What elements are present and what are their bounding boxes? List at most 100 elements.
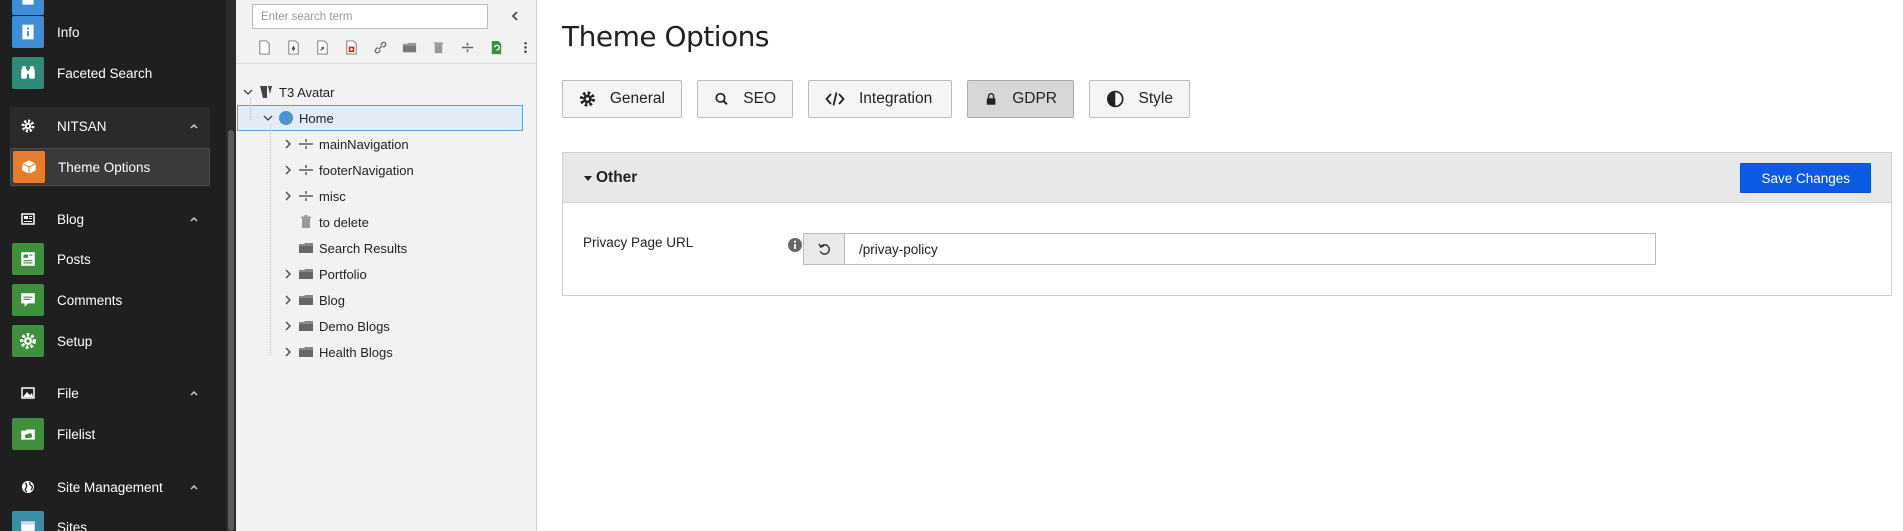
page-mountpoint-icon [346,39,357,55]
menu-label: Filelist [57,426,96,442]
menu-group-site-management[interactable]: Site Management [10,470,210,504]
menu-group-blog[interactable]: Blog [10,202,210,236]
link-icon [374,41,387,53]
menu-label: Sites [57,519,88,531]
info-icon[interactable] [787,237,803,253]
new-page-button[interactable] [250,36,279,58]
posts-icon [12,243,44,275]
tree-item-health-blogs[interactable]: Health Blogs [282,339,393,365]
chevron-left-icon [511,11,518,21]
cube-icon [13,151,45,183]
tree-item-label: Health Blogs [319,344,393,360]
lock-icon [986,92,996,105]
new-mountpoint-button[interactable] [337,36,366,58]
binoculars-icon [12,57,44,89]
menu-label: Faceted Search [57,65,153,81]
tab-seo[interactable]: SEO [697,80,793,118]
more-options-button[interactable] [511,36,540,58]
tree-item-label: Portfolio [319,266,367,282]
tab-gdpr[interactable]: GDPR [967,80,1074,118]
globe-icon [12,471,44,503]
tree-root-label: T3 Avatar [279,84,335,100]
collapse-tree-button[interactable] [506,7,524,25]
new-advanced-page-button[interactable] [279,36,308,58]
tree-item-portfolio[interactable]: Portfolio [282,261,367,287]
menu-group-nitsan[interactable]: NITSAN [10,109,210,143]
tree-item-to-delete[interactable]: to delete [294,209,369,235]
privacy-url-input[interactable] [844,233,1656,265]
new-shortcut-button[interactable] [308,36,337,58]
tree-item-mainnavigation[interactable]: mainNavigation [282,131,409,157]
tab-style[interactable]: Style [1089,80,1190,118]
caret-down-icon[interactable] [583,175,593,183]
tree-guide-line [270,124,271,355]
menu-label: Info [57,24,80,40]
trash-icon [433,41,444,53]
chevron-down-icon[interactable] [242,86,254,98]
reset-field-button[interactable] [803,233,845,265]
chevron-right-icon[interactable] [282,164,294,176]
tab-label: SEO [743,90,776,107]
menu-scrollbar[interactable] [226,0,236,531]
panel-header[interactable]: Other Save Changes [563,153,1891,203]
globe-icon [278,110,294,126]
tree-item-demo-blogs[interactable]: Demo Blogs [282,313,390,339]
tab-general[interactable]: General [562,80,682,118]
tree-item-home[interactable]: Home [262,105,334,131]
menu-item-faceted-search[interactable]: Faceted Search [10,54,210,92]
tab-integration[interactable]: Integration [808,80,952,118]
comment-icon [12,284,44,316]
menu-group-file[interactable]: File [10,376,210,410]
chevron-right-icon[interactable] [282,138,294,150]
kebab-menu-icon [524,41,527,53]
chevron-up-icon [190,216,198,222]
search-icon [715,92,728,106]
menu-item-setup[interactable]: Setup [10,322,210,360]
gear-icon [579,91,596,107]
image-icon [12,377,44,409]
tree-item-footernavigation[interactable]: footerNavigation [282,157,414,183]
chevron-up-icon [190,484,198,490]
refresh-icon [491,40,502,54]
tree-item-search-results[interactable]: Search Results [294,235,407,261]
tree-root[interactable]: T3 Avatar [242,79,334,105]
menu-item-filelist[interactable]: Filelist [10,415,210,453]
folder-icon [298,240,314,256]
menu-label: Setup [57,333,93,349]
folder-icon [298,266,314,282]
menu-item-comments[interactable]: Comments [10,281,210,319]
chevron-right-icon[interactable] [282,190,294,202]
chevron-right-icon[interactable] [282,268,294,280]
module-menu: Info Faceted Search NITSAN Theme Options… [0,0,236,531]
tab-label: Style [1138,90,1173,107]
menu-item-posts[interactable]: Posts [10,240,210,278]
scrollbar-thumb[interactable] [228,130,234,531]
group-label: Site Management [57,479,163,495]
page-icon [259,39,270,55]
folder-icon [298,292,314,308]
chevron-down-icon[interactable] [262,112,274,124]
tree-toolbar [250,36,540,58]
new-separator-button[interactable] [453,36,482,58]
save-changes-button[interactable]: Save Changes [1740,163,1871,193]
main-content: Theme Options General SEO Integration GD… [537,0,1903,531]
new-link-button[interactable] [366,36,395,58]
folder-icon [402,42,417,52]
tree-item-blog[interactable]: Blog [282,287,345,313]
separator-icon [298,162,314,178]
tree-search-input[interactable] [252,4,488,29]
page-title: Theme Options [562,20,770,53]
page-advanced-icon [288,39,299,55]
tree-item-misc[interactable]: misc [282,183,346,209]
chevron-right-icon[interactable] [282,294,294,306]
menu-item-info[interactable]: Info [10,13,210,51]
menu-item-sites[interactable]: Sites [10,508,210,531]
sites-icon [12,511,44,531]
separator-icon [298,188,314,204]
menu-item-theme-options[interactable]: Theme Options [10,148,210,186]
chevron-right-icon[interactable] [282,346,294,358]
new-recycler-button[interactable] [424,36,453,58]
chevron-right-icon[interactable] [282,320,294,332]
refresh-tree-button[interactable] [482,36,511,58]
new-folder-button[interactable] [395,36,424,58]
